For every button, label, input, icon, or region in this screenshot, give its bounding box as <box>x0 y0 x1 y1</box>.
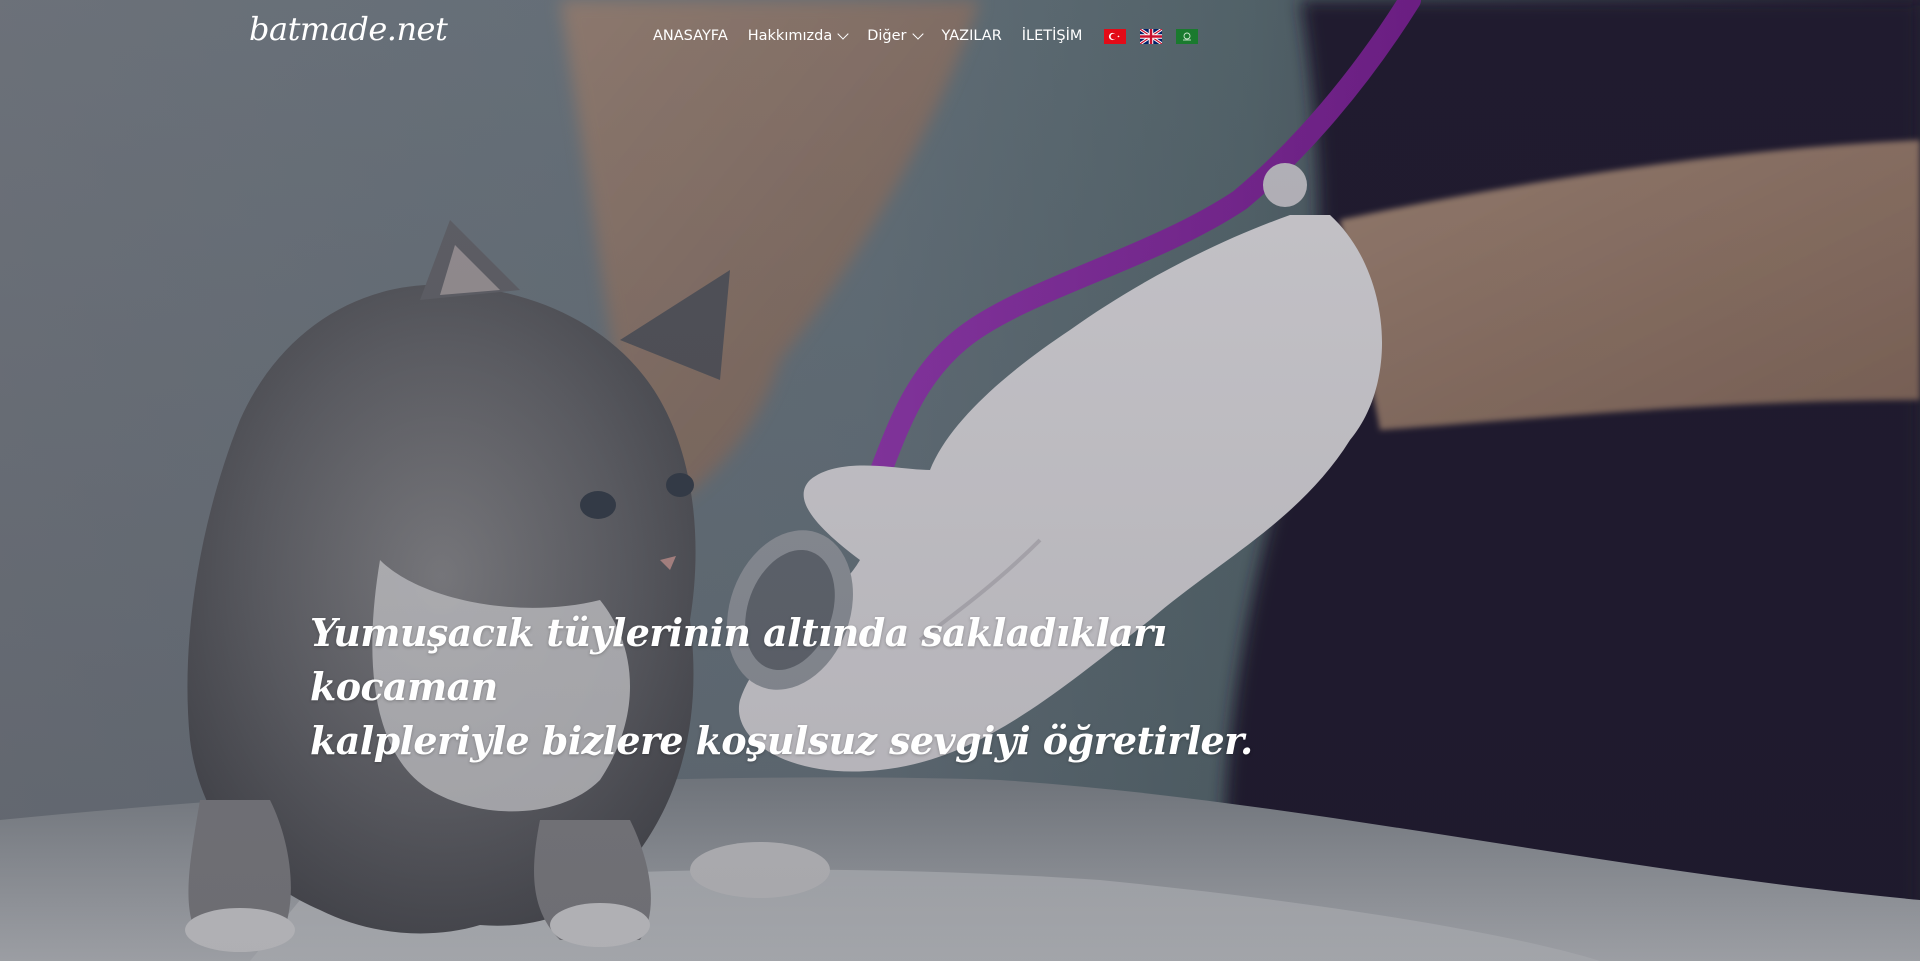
navbar: batmade.net ANASAYFA Hakkımızda Diğer YA… <box>0 0 1920 78</box>
hero-quote-line: Yumuşacık tüylerinin altında sakladıklar… <box>310 610 1167 709</box>
nav-item-yazilar[interactable]: YAZILAR <box>942 28 1002 44</box>
language-switcher <box>1104 28 1199 44</box>
hero-quote-line: kalpleriyle bizlere koşulsuz sevgiyi öğr… <box>310 718 1253 763</box>
nav-item-label: Hakkımızda <box>747 28 833 44</box>
nav-item-iletisim[interactable]: İLETİŞİM <box>1022 28 1083 44</box>
nav-item-hakkimizda[interactable]: Hakkımızda <box>747 28 849 44</box>
hero-quote: Yumuşacık tüylerinin altında sakladıklar… <box>310 606 1310 768</box>
main-nav: ANASAYFA Hakkımızda Diğer YAZILAR İLETİŞ… <box>653 28 1199 44</box>
nav-item-label: İLETİŞİM <box>1021 28 1083 44</box>
nav-item-anasayfa[interactable]: ANASAYFA <box>653 28 728 44</box>
site-logo[interactable]: batmade.net <box>249 10 448 48</box>
chevron-down-icon <box>911 28 924 40</box>
turkey-flag-icon[interactable] <box>1104 28 1127 44</box>
saudi-flag-icon[interactable] <box>1176 28 1199 44</box>
nav-item-label: ANASAYFA <box>653 28 728 44</box>
nav-item-label: YAZILAR <box>941 28 1002 44</box>
hero-section: batmade.net ANASAYFA Hakkımızda Diğer YA… <box>0 0 1920 961</box>
uk-flag-icon[interactable] <box>1140 28 1163 44</box>
nav-item-label: Diğer <box>867 28 907 44</box>
chevron-down-icon <box>837 28 849 40</box>
nav-item-diger[interactable]: Diğer <box>867 28 924 44</box>
hero-dark-overlay <box>0 0 1920 961</box>
